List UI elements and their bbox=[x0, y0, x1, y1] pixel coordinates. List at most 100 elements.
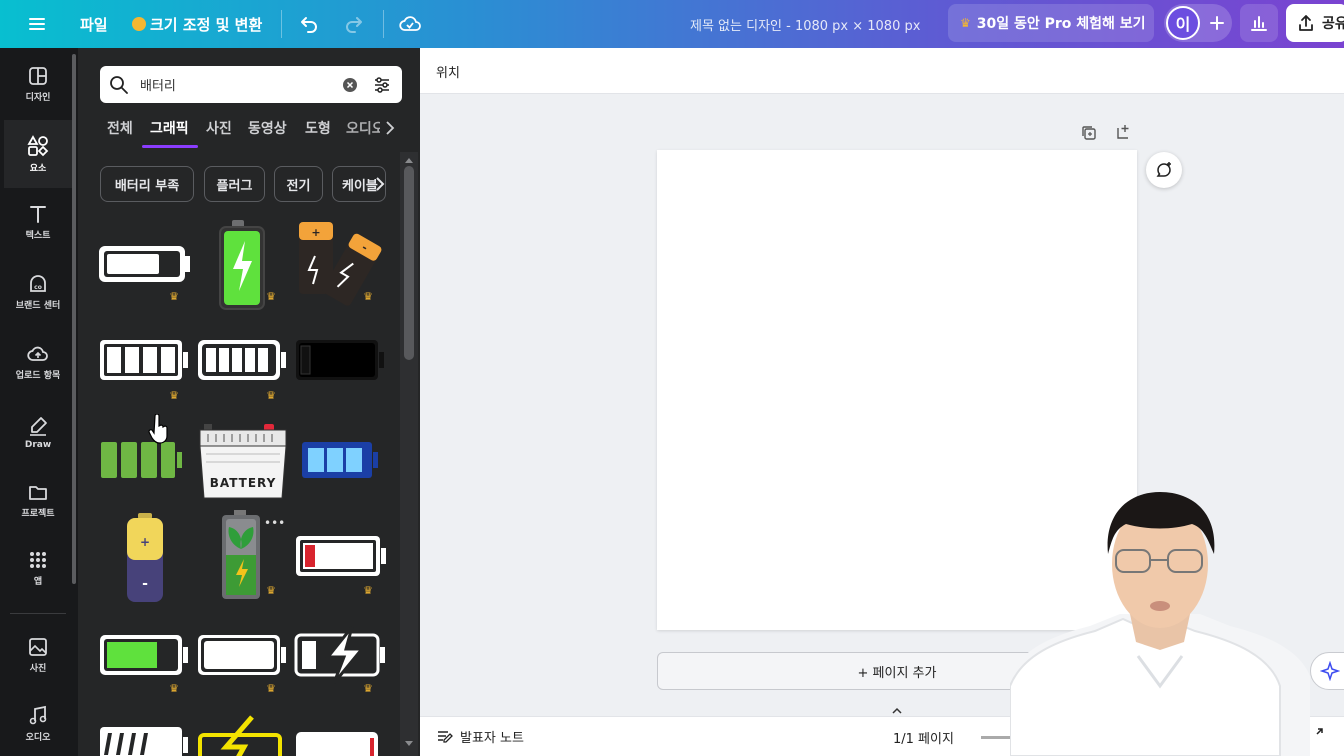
sidebar-item-brand[interactable]: co 브랜드 센터 bbox=[4, 260, 72, 324]
scroll-down-icon[interactable] bbox=[404, 740, 414, 748]
aa-battery-yellow-graphic[interactable]: +- bbox=[124, 512, 166, 604]
chevron-right-icon bbox=[386, 121, 395, 135]
analytics-icon bbox=[1251, 16, 1267, 31]
pro-trial-label: 30일 동안 Pro 체험해 보기 bbox=[976, 16, 1146, 32]
sidebar-item-label: 디자인 bbox=[25, 93, 51, 103]
search-box[interactable]: 배터리 bbox=[100, 66, 402, 103]
presenter-webcam-overlay bbox=[1010, 492, 1310, 756]
sidebar-item-apps[interactable]: 앱 bbox=[4, 536, 72, 600]
chip-low-battery[interactable]: 배터리 부족 bbox=[100, 166, 194, 202]
battery-white-red-graphic[interactable] bbox=[294, 728, 388, 756]
document-title[interactable]: 제목 없는 디자인 - 1080 px × 1080 px bbox=[690, 0, 920, 48]
tabs-next-button[interactable] bbox=[384, 120, 396, 140]
pro-trial-button[interactable]: ♛ 30일 동안 Pro 체험해 보기 bbox=[948, 4, 1154, 42]
battery-green-bars-graphic[interactable] bbox=[98, 435, 190, 485]
crown-icon bbox=[132, 17, 146, 31]
crown-icon: ♛ bbox=[960, 16, 971, 30]
battery-white-full-graphic[interactable] bbox=[196, 630, 288, 680]
add-collaborator-button[interactable] bbox=[1202, 8, 1232, 38]
chips-next-button[interactable] bbox=[374, 176, 386, 196]
premium-crown-icon: ♛ bbox=[363, 682, 373, 695]
file-menu[interactable]: 파일 bbox=[80, 0, 108, 48]
analytics-button[interactable] bbox=[1240, 4, 1278, 42]
collaborators-group: 이 bbox=[1164, 4, 1232, 42]
fullscreen-icon[interactable] bbox=[1310, 727, 1324, 741]
premium-crown-icon: ♛ bbox=[266, 584, 276, 597]
sidebar-item-uploads[interactable]: 업로드 항목 bbox=[4, 330, 72, 394]
sidebar-item-text[interactable]: 텍스트 bbox=[4, 190, 72, 254]
tab-label: 오디오 bbox=[346, 121, 380, 137]
battery-bolt-outline-graphic[interactable] bbox=[294, 623, 388, 685]
graphics-grid: ♛ ♛ + - ♛ ♛ ♛ BATTERY + - ••• ♛ ♛ ♛ ♛ ♛ bbox=[78, 213, 400, 756]
notes-button[interactable]: 발표자 노트 bbox=[436, 727, 524, 746]
notes-label: 발표자 노트 bbox=[460, 731, 524, 746]
sidebar-item-design[interactable]: 디자인 bbox=[4, 52, 72, 116]
battery-eco-leaf-graphic[interactable] bbox=[218, 509, 266, 601]
battery-full-bars-graphic[interactable] bbox=[98, 335, 190, 385]
car-battery-graphic[interactable]: BATTERY bbox=[198, 420, 288, 500]
sidebar-item-elements[interactable]: 요소 bbox=[4, 120, 72, 188]
tab-all[interactable]: 전체 bbox=[107, 118, 133, 138]
tab-audio[interactable]: 오디오 bbox=[346, 118, 380, 138]
sidebar-scrollbar[interactable] bbox=[72, 54, 76, 584]
sidebar-item-audio[interactable]: 오디오 bbox=[4, 692, 72, 756]
magic-assistant-button[interactable] bbox=[1310, 652, 1344, 690]
panel-scrollbar-thumb[interactable] bbox=[404, 166, 414, 360]
file-menu-label: 파일 bbox=[80, 15, 108, 34]
page-counter[interactable]: 1/1 페이지 bbox=[893, 728, 954, 747]
more-options-icon[interactable]: ••• bbox=[264, 516, 285, 530]
resize-button[interactable]: 크기 조정 및 변환 bbox=[132, 0, 262, 48]
tab-shapes[interactable]: 도형 bbox=[305, 118, 331, 138]
chip-label: 전기 bbox=[286, 178, 311, 194]
battery-blue-graphic[interactable] bbox=[296, 435, 388, 485]
premium-crown-icon: ♛ bbox=[363, 584, 373, 597]
search-icon bbox=[110, 75, 128, 94]
sidebar-item-label: 브랜드 센터 bbox=[15, 301, 61, 311]
sidebar-item-label: 앱 bbox=[33, 577, 43, 587]
sidebar-item-label: 요소 bbox=[29, 164, 47, 174]
battery-green-half-graphic[interactable] bbox=[98, 630, 190, 680]
panel-scrollbar-track[interactable] bbox=[400, 152, 418, 756]
duplicate-page-icon[interactable] bbox=[1080, 124, 1098, 142]
tab-graphics[interactable]: 그래픽 bbox=[150, 118, 189, 138]
share-label: 공유 bbox=[1322, 16, 1344, 32]
undo-button[interactable] bbox=[298, 0, 320, 48]
tab-videos[interactable]: 동영상 bbox=[248, 118, 287, 138]
battery-striped-graphic[interactable] bbox=[98, 723, 190, 756]
sidebar-item-draw[interactable]: Draw bbox=[4, 400, 72, 464]
sidebar-item-photos[interactable]: 사진 bbox=[4, 623, 72, 687]
search-input[interactable]: 배터리 bbox=[140, 75, 342, 94]
filter-icon[interactable] bbox=[372, 75, 392, 95]
add-page-label: + 페이지 추가 bbox=[857, 665, 937, 681]
battery-yellow-bolt-graphic[interactable] bbox=[196, 713, 288, 756]
scroll-up-icon[interactable] bbox=[404, 156, 414, 164]
elements-panel: 배터리 전체 그래픽 사진 동영상 도형 오디오 배터리 부족 플러그 전기 케… bbox=[78, 48, 420, 756]
avatar-initial: 이 bbox=[1175, 15, 1191, 34]
design-icon bbox=[29, 67, 47, 85]
position-label: 위치 bbox=[436, 66, 460, 81]
avatar[interactable]: 이 bbox=[1166, 6, 1200, 40]
battery-red-low-graphic[interactable] bbox=[294, 531, 388, 581]
chevron-up-icon[interactable] bbox=[891, 707, 903, 715]
battery-empty-graphic[interactable] bbox=[98, 239, 192, 289]
sidebar-item-label: 업로드 항목 bbox=[15, 371, 61, 381]
menu-button[interactable] bbox=[26, 0, 48, 48]
position-button[interactable]: 위치 bbox=[436, 62, 460, 81]
save-status-button[interactable] bbox=[398, 0, 422, 48]
battery-charging-green-graphic[interactable] bbox=[218, 219, 266, 311]
draw-icon bbox=[30, 416, 47, 436]
battery-outline-bars-graphic[interactable] bbox=[196, 335, 288, 385]
redo-button[interactable] bbox=[343, 0, 365, 48]
tab-photos[interactable]: 사진 bbox=[206, 118, 232, 138]
battery-black-low-graphic[interactable] bbox=[294, 335, 386, 385]
add-page-icon[interactable] bbox=[1114, 123, 1132, 141]
clear-search-icon[interactable] bbox=[342, 77, 358, 93]
sidebar-item-projects[interactable]: 프로젝트 bbox=[4, 468, 72, 532]
svg-text:+: + bbox=[311, 226, 320, 239]
chip-plug[interactable]: 플러그 bbox=[204, 166, 265, 202]
chip-electric[interactable]: 전기 bbox=[274, 166, 323, 202]
chip-label: 케이블 bbox=[342, 178, 378, 194]
share-button[interactable]: 공유 bbox=[1286, 4, 1344, 42]
add-comment-icon bbox=[1156, 162, 1171, 177]
comment-button[interactable] bbox=[1146, 152, 1182, 188]
